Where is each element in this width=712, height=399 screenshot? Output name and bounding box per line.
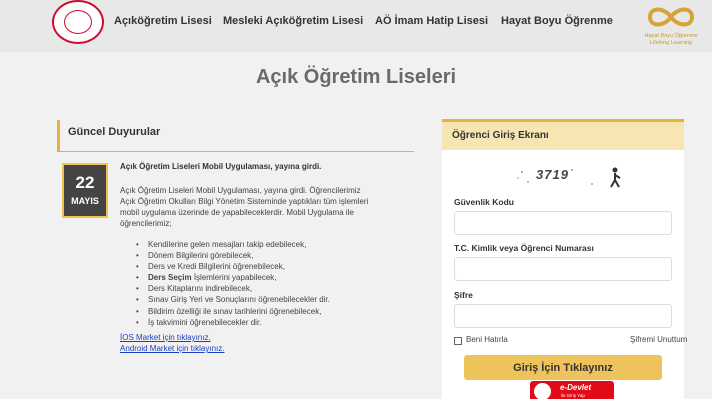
password-label: Şifre (454, 290, 473, 300)
news-body-line: mobil uygulama üzerinde de yapabilecekle… (120, 208, 354, 217)
edevlet-subtitle: ile Giriş Yap (561, 393, 585, 398)
lifelong-learning-logo[interactable]: Hayat Boyu Öğrenme Lifelong Learning (630, 2, 712, 48)
id-number-label: T.C. Kimlik veya Öğrenci Numarası (454, 243, 594, 253)
feature-list-item: Ders Seçim İşlemlerini yapabilecek, (136, 272, 330, 283)
brand-caption-en: Lifelong Learning (649, 40, 693, 46)
feature-list-item: Kendilerine gelen mesajları takip edebil… (136, 239, 330, 250)
feature-list-item: Bildirim özelliği ile sınav tarihlerini … (136, 306, 330, 317)
captcha-code: 3719 (536, 167, 569, 182)
security-code-input[interactable] (454, 211, 672, 235)
feature-list-item: Ders ve Kredi Bilgilerini öğrenebilecek, (136, 261, 330, 272)
feature-list-item: Sınav Giriş Yeri ve Sonuçlarını öğrenebi… (136, 294, 330, 305)
top-navigation-bar: Açıköğretim Lisesi Mesleki Açıköğretim L… (0, 0, 712, 52)
remember-me-checkbox[interactable] (454, 337, 462, 345)
feature-list-item: Dönem Bilgilerini görebilecek, (136, 250, 330, 261)
news-date-day: 22 (75, 173, 95, 192)
security-code-label: Güvenlik Kodu (454, 197, 514, 207)
login-heading: Öğrenci Giriş Ekranı (452, 130, 549, 141)
edevlet-logo-icon (534, 383, 551, 399)
news-body-line: öğrencilerimiz; (120, 219, 172, 228)
announcements-header: Güncel Duyurular (57, 120, 414, 152)
id-number-input[interactable] (454, 257, 672, 281)
accessibility-audio-icon[interactable] (606, 166, 624, 188)
login-header: Öğrenci Giriş Ekranı (442, 122, 684, 150)
news-date-badge: 22 MAYIS (62, 163, 108, 218)
remember-me-label[interactable]: Beni Hatırla (466, 335, 508, 344)
password-input[interactable] (454, 304, 672, 328)
announcements-heading: Güncel Duyurular (68, 126, 161, 138)
forgot-password-link[interactable]: Şifremi Unuttum (630, 335, 687, 344)
news-body-line: Açık Öğretim Liseleri Mobil Uygulaması, … (120, 186, 361, 195)
edevlet-title: e-Devlet (560, 383, 592, 392)
ministry-emblem-icon (64, 10, 92, 34)
nav-item-mesleki-acikogretim-lisesi[interactable]: Mesleki Açıköğretim Lisesi (223, 15, 363, 27)
login-submit-button[interactable]: Giriş İçin Tıklayınız (464, 355, 662, 380)
ios-market-link[interactable]: İOS Market için tıklayınız. (120, 333, 211, 342)
brand-caption-tr: Hayat Boyu Öğrenme (644, 33, 698, 39)
feature-list-item: Ders Kitaplarını indirebilecek, (136, 283, 330, 294)
feature-list-item: İş takvimini öğrenebilecekler dir. (136, 317, 330, 328)
news-title: Açık Öğretim Liseleri Mobil Uygulaması, … (120, 162, 322, 171)
feature-list: Kendilerine gelen mesajları takip edebil… (136, 239, 330, 328)
edevlet-login-button[interactable]: e-Devlet ile Giriş Yap (530, 381, 614, 399)
captcha-image: 3719 (508, 164, 624, 190)
infinity-icon (647, 7, 695, 27)
student-login-panel: Öğrenci Giriş Ekranı 3719 Güvenlik Kodu … (442, 119, 687, 399)
nav-item-acikogretim-lisesi[interactable]: Açıköğretim Lisesi (114, 15, 212, 27)
ministry-logo[interactable] (52, 0, 104, 44)
nav-item-hayat-boyu-ogrenme[interactable]: Hayat Boyu Öğrenme (501, 15, 613, 27)
news-body-line: Açık Öğretim Okulları Bilgi Yönetim Sist… (120, 197, 369, 206)
nav-item-ao-imam-hatip-lisesi[interactable]: AÖ İmam Hatip Lisesi (375, 15, 488, 27)
news-date-month: MAYIS (71, 196, 99, 206)
page-title: Açık Öğretim Liseleri (255, 66, 457, 88)
android-market-link[interactable]: Android Market için tıklayınız. (120, 344, 224, 353)
